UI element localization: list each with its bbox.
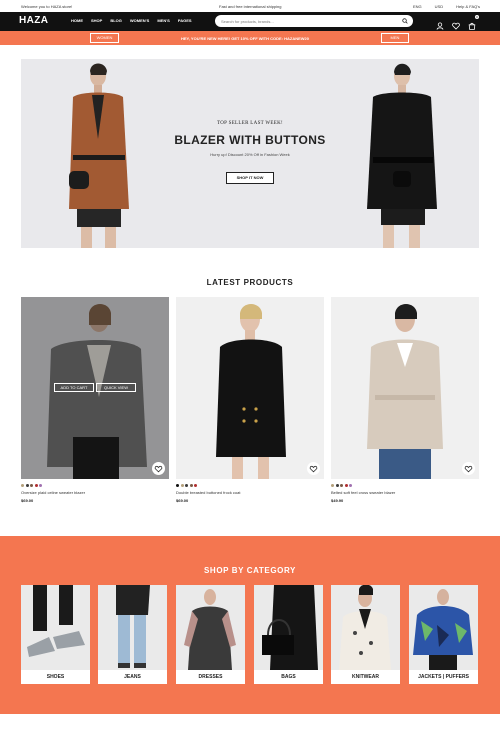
product-price: $69.00 [21, 498, 34, 503]
category-image [254, 585, 323, 670]
women-button[interactable]: WOMEN [90, 33, 119, 43]
swatch[interactable] [34, 484, 38, 487]
product-name[interactable]: Oversize plaid celine sweater blazer [21, 490, 85, 495]
help-link[interactable]: Help & FAQ's [456, 4, 480, 9]
swatch[interactable] [331, 484, 334, 487]
shop-by-category-section: SHOP BY CATEGORY SHOES JEANS DRESSES BAG… [0, 536, 500, 714]
hero-title: BLAZER WITH BUTTONS [174, 133, 326, 147]
header-icons [436, 17, 476, 30]
hero-description: Hurry up! Discount 20% Off in Fashion We… [210, 152, 290, 157]
swatch[interactable] [335, 484, 339, 487]
top-links: ENG USD Help & FAQ's [413, 4, 480, 9]
logo[interactable]: HAZA [19, 15, 48, 26]
category-image [21, 585, 90, 670]
category-card-knitwear[interactable]: KNITWEAR [331, 585, 400, 684]
product-hover-overlay [21, 297, 169, 479]
shop-it-now-button[interactable]: SHOP IT NOW [226, 172, 274, 184]
nav-womens[interactable]: WOMEN'S [130, 18, 149, 23]
swatch[interactable] [340, 484, 343, 487]
category-image [409, 585, 478, 670]
product-card[interactable]: ADD TO CART QUICK VIEW Oversize plaid ce… [21, 297, 169, 503]
main-nav: HOME SHOP BLOG WOMEN'S MEN'S PAGES [71, 18, 192, 23]
color-swatches [21, 484, 42, 487]
search-placeholder: Search for products, brands... [221, 19, 274, 24]
wishlist-heart-icon[interactable] [462, 462, 475, 475]
category-image [331, 585, 400, 670]
category-card-shoes[interactable]: SHOES [21, 585, 90, 684]
category-image [176, 585, 245, 670]
promo-bar: WOMEN HEY, YOU'RE NEW HERE! GET 10% OFF … [0, 31, 500, 45]
swatch[interactable] [185, 484, 188, 487]
category-card-jackets-puffers[interactable]: JACKETS | PUFFERS [409, 585, 478, 684]
search-icon[interactable] [402, 18, 408, 24]
category-image [98, 585, 167, 670]
nav-pages[interactable]: PAGES [178, 18, 192, 23]
product-photo [176, 297, 324, 479]
swatch[interactable] [176, 484, 179, 487]
wishlist-heart-icon[interactable] [307, 462, 320, 475]
latest-products-title: LATEST PRODUCTS [206, 278, 294, 287]
hero-banner: TOP SELLER LAST WEEK! BLAZER WITH BUTTON… [21, 59, 479, 248]
swatch[interactable] [21, 484, 24, 487]
swatch[interactable] [189, 484, 193, 487]
category-label: BAGS [281, 674, 296, 680]
color-swatches [331, 484, 352, 487]
quick-view-button[interactable]: QUICK VIEW [96, 383, 136, 392]
product-image[interactable]: ADD TO CART QUICK VIEW [21, 297, 169, 479]
category-label: DRESSES [198, 674, 223, 680]
nav-blog[interactable]: BLOG [110, 18, 122, 23]
product-name[interactable]: Belted soft feel cross sweater blazer [331, 490, 395, 495]
product-price: $49.90 [331, 498, 344, 503]
nav-home[interactable]: HOME [71, 18, 83, 23]
category-card-jeans[interactable]: JEANS [98, 585, 167, 684]
category-title: SHOP BY CATEGORY [204, 566, 296, 575]
men-button[interactable]: MEN [381, 33, 409, 43]
product-image[interactable] [331, 297, 479, 479]
currency-select[interactable]: USD [435, 4, 443, 9]
swatch[interactable] [30, 484, 33, 487]
swatch[interactable] [344, 484, 348, 487]
category-label: SHOES [46, 674, 65, 680]
user-icon[interactable] [436, 17, 444, 30]
search-input[interactable]: Search for products, brands... [215, 15, 413, 27]
category-label: KNITWEAR [352, 674, 379, 680]
welcome-text: Welcome you to HAZA store! [21, 4, 73, 9]
category-card-dresses[interactable]: DRESSES [176, 585, 245, 684]
color-swatches [176, 484, 197, 487]
main-header: HAZA HOME SHOP BLOG WOMEN'S MEN'S PAGES … [0, 12, 500, 31]
shipping-text: Fast and free international shipping [219, 4, 282, 9]
swatch[interactable] [39, 484, 42, 487]
category-label: JEANS [124, 674, 141, 680]
product-name[interactable]: Double breasted buttoned frock coat [176, 490, 241, 495]
nav-shop[interactable]: SHOP [91, 18, 102, 23]
promo-text: HEY, YOU'RE NEW HERE! GET 10% OFF WITH C… [181, 36, 309, 41]
product-card[interactable]: Belted soft feel cross sweater blazer $4… [331, 297, 479, 503]
nav-mens[interactable]: MEN'S [157, 18, 170, 23]
swatch[interactable] [349, 484, 352, 487]
swatch[interactable] [194, 484, 197, 487]
category-card-bags[interactable]: BAGS [254, 585, 323, 684]
swatch[interactable] [180, 484, 184, 487]
category-label: JACKETS | PUFFERS [418, 674, 469, 680]
swatch[interactable] [25, 484, 29, 487]
product-image[interactable] [176, 297, 324, 479]
product-photo [331, 297, 479, 479]
hero-subtitle: TOP SELLER LAST WEEK! [217, 121, 283, 126]
wishlist-heart-icon[interactable] [152, 462, 165, 475]
top-bar: Welcome you to HAZA store! Fast and free… [0, 0, 500, 12]
language-select[interactable]: ENG [413, 4, 422, 9]
product-price: $69.00 [176, 498, 189, 503]
product-card[interactable]: Double breasted buttoned frock coat $69.… [176, 297, 324, 503]
cart-count-badge: 0 [475, 15, 479, 19]
add-to-cart-button[interactable]: ADD TO CART [54, 383, 94, 392]
heart-icon[interactable] [452, 17, 460, 30]
